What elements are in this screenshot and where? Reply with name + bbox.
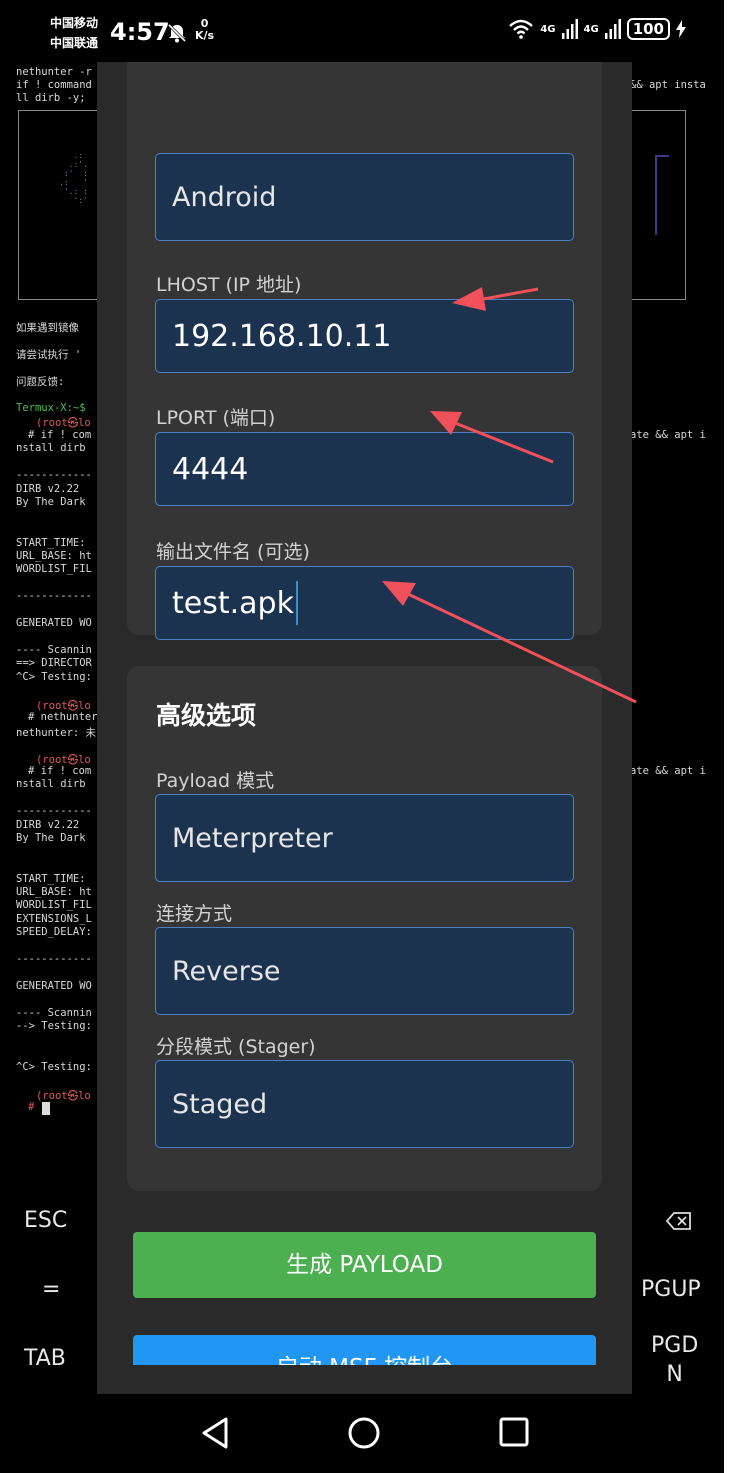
charging-bolt-icon: [676, 20, 686, 38]
root-prompt: (root㉿lo: [36, 417, 91, 429]
recents-icon[interactable]: [498, 1416, 530, 1448]
platform-select[interactable]: Android: [155, 153, 574, 241]
carrier-1: 中国移动: [50, 16, 99, 30]
terminal-line: DIRB v2.22: [16, 819, 80, 831]
network-speed: 0 K/s: [195, 18, 214, 42]
wifi-icon: [509, 19, 534, 39]
terminal-cursor: [42, 1102, 50, 1115]
terminal-line: ==> DIRECTOR: [16, 657, 92, 669]
generate-payload-button[interactable]: 生成 PAYLOAD: [133, 1232, 596, 1298]
terminal-line: # nethunter: [28, 711, 98, 723]
payload-generator-dialog: Android LHOST (IP 地址) 192.168.10.11 LPOR…: [97, 62, 632, 1394]
terminal-line: # if ! com: [28, 429, 92, 441]
ascii-art: .: .:'. :' : .: ' '.: : ':': [59, 151, 88, 205]
terminal-line: nstall dirb: [16, 778, 86, 790]
terminal-line: ate && apt i: [630, 765, 706, 777]
terminal-line: By The Dark: [16, 496, 86, 508]
key-pgdn-line-1: PGD: [651, 1333, 699, 1358]
terminal-line: if ! command: [16, 79, 92, 91]
terminal-line: URL_BASE: ht: [16, 886, 92, 898]
root-prompt: (root㉿lo: [36, 1090, 91, 1102]
terminal-line: URL_BASE: ht: [16, 550, 92, 562]
backspace-icon[interactable]: [666, 1211, 692, 1231]
ascii-art-block: [655, 155, 669, 235]
terminal-line: START_TIME:: [16, 537, 86, 549]
terminal-line: GENERATED WO: [16, 980, 92, 992]
terminal-line: ------------: [16, 805, 92, 817]
terminal-line: ate && apt i: [630, 429, 706, 441]
payload-mode-select[interactable]: Meterpreter: [155, 794, 574, 882]
terminal-line: && apt insta: [630, 79, 706, 91]
terminal-note: 如果遇到镜像: [16, 322, 79, 334]
terminal-line: EXTENSIONS_L: [16, 913, 92, 925]
stager-mode-label: 分段模式 (Stager): [156, 1036, 316, 1058]
status-icons: 4G 4G 100: [508, 18, 686, 40]
terminal-line: START_TIME:: [16, 873, 86, 885]
lhost-label: LHOST (IP 地址): [156, 274, 302, 296]
signal-label-1: 4G: [540, 23, 556, 35]
clock: 4:57: [110, 18, 170, 46]
bell-muted-icon: [167, 23, 187, 43]
key-equals[interactable]: =: [42, 1277, 60, 1302]
terminal-line: DIRB v2.22: [16, 483, 80, 495]
lhost-value: 192.168.10.11: [172, 318, 392, 354]
text-cursor: [295, 581, 298, 625]
battery-level: 100: [626, 18, 670, 40]
key-tab[interactable]: TAB: [24, 1346, 66, 1371]
basic-options-card: Android LHOST (IP 地址) 192.168.10.11 LPOR…: [127, 62, 602, 640]
advanced-options-card: 高级选项 Payload 模式 Meterpreter 连接方式 Reverse…: [127, 666, 602, 1191]
key-pgdn[interactable]: PGD N: [651, 1331, 698, 1389]
terminal-line: GENERATED WO: [16, 617, 92, 629]
signal-label-2: 4G: [583, 23, 599, 35]
output-filename-input[interactable]: test.apk: [155, 566, 574, 640]
connection-type-label: 连接方式: [156, 903, 233, 925]
terminal-line: # if ! com: [28, 765, 92, 777]
terminal-line: nstall dirb: [16, 442, 86, 454]
back-icon[interactable]: [200, 1416, 230, 1450]
terminal-line: nethunter -r: [16, 66, 92, 78]
key-pgdn-line-2: N: [666, 1362, 683, 1387]
status-bar: 中国移动 中国联通 4:57 0 K/s 4G 4G 100: [0, 0, 724, 62]
advanced-options-title: 高级选项: [156, 701, 257, 730]
terminal-line: ---- Scannin: [16, 644, 92, 656]
lport-value: 4444: [172, 451, 249, 487]
screenshot-margin: [724, 0, 744, 1473]
phone-screen: 中国移动 中国联通 4:57 0 K/s 4G 4G 100 nethunter…: [0, 0, 724, 1473]
carrier-2: 中国联通: [50, 36, 99, 50]
lhost-input[interactable]: 192.168.10.11: [155, 299, 574, 373]
terminal-note: 请尝试执行 ': [16, 349, 82, 361]
terminal-line: --> Testing:: [16, 1020, 92, 1032]
signal-bars-icon: [561, 19, 578, 39]
lport-input[interactable]: 4444: [155, 432, 574, 506]
terminal-line: ^C> Testing:: [16, 1061, 92, 1073]
terminal-line: WORDLIST_FIL: [16, 563, 92, 575]
terminal-line: ll dirb -y;: [16, 92, 86, 104]
navigation-bar: [0, 1394, 724, 1473]
signal-bars-icon: [604, 19, 621, 39]
key-esc[interactable]: ESC: [24, 1208, 67, 1233]
key-pgup[interactable]: PGUP: [641, 1277, 701, 1302]
network-speed-unit: K/s: [195, 29, 215, 42]
home-icon[interactable]: [347, 1416, 381, 1450]
terminal-line: WORDLIST_FIL: [16, 899, 92, 911]
output-filename-label: 输出文件名 (可选): [156, 541, 310, 563]
terminal-line: ------------: [16, 469, 92, 481]
terminal-line: nethunter: 未: [16, 727, 97, 739]
stager-mode-select[interactable]: Staged: [155, 1060, 574, 1148]
lport-label: LPORT (端口): [156, 407, 276, 429]
terminal-line: ---- Scannin: [16, 1007, 92, 1019]
output-filename-value: test.apk: [172, 585, 294, 621]
terminal-prompt: Termux-X:~$: [16, 402, 86, 414]
dialog-bottom-edge: [97, 1365, 632, 1394]
terminal-line: ------------: [16, 590, 92, 602]
terminal-line: ^C> Testing:: [16, 671, 92, 683]
payload-mode-label: Payload 模式: [156, 770, 275, 792]
terminal-note: 问题反馈:: [16, 376, 65, 388]
terminal-line: ------------: [16, 953, 92, 965]
terminal-hash: #: [28, 1101, 35, 1113]
terminal-line: By The Dark: [16, 832, 86, 844]
terminal-line: SPEED_DELAY:: [16, 926, 92, 938]
connection-type-select[interactable]: Reverse: [155, 927, 574, 1015]
